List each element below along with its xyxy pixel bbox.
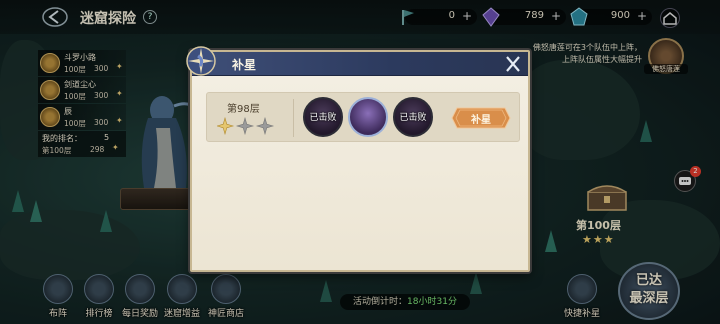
- restar-dialog: 补星 第98层 已击败 已击败 补星: [186, 46, 530, 272]
- compass-emblem-icon: [186, 46, 216, 76]
- close-button[interactable]: [502, 54, 524, 74]
- restar-button[interactable]: 补星: [451, 107, 511, 129]
- enemy-portrait[interactable]: [348, 97, 388, 137]
- star-empty-icon: [255, 117, 275, 135]
- dialog-body: 第98层 已击败 已击败 补星: [192, 76, 528, 270]
- dialog-header: 补星: [186, 46, 528, 76]
- restar-button-label: 补星: [471, 115, 491, 126]
- wolf-face-icon: [348, 97, 388, 137]
- enemy-portrait[interactable]: 已击败: [393, 97, 433, 137]
- floor-row: 第98层 已击败 已击败 补星: [206, 92, 520, 142]
- defeated-label: 已击败: [399, 113, 427, 123]
- row-divider: [293, 99, 294, 137]
- row-floor-label: 第98层: [227, 104, 260, 115]
- star-rating: [217, 117, 275, 135]
- star-filled-icon: [217, 117, 235, 135]
- enemy-portrait[interactable]: 已击败: [303, 97, 343, 137]
- defeated-label: 已击败: [309, 113, 337, 123]
- dialog-title: 补星: [232, 58, 257, 72]
- star-empty-icon: [235, 117, 255, 135]
